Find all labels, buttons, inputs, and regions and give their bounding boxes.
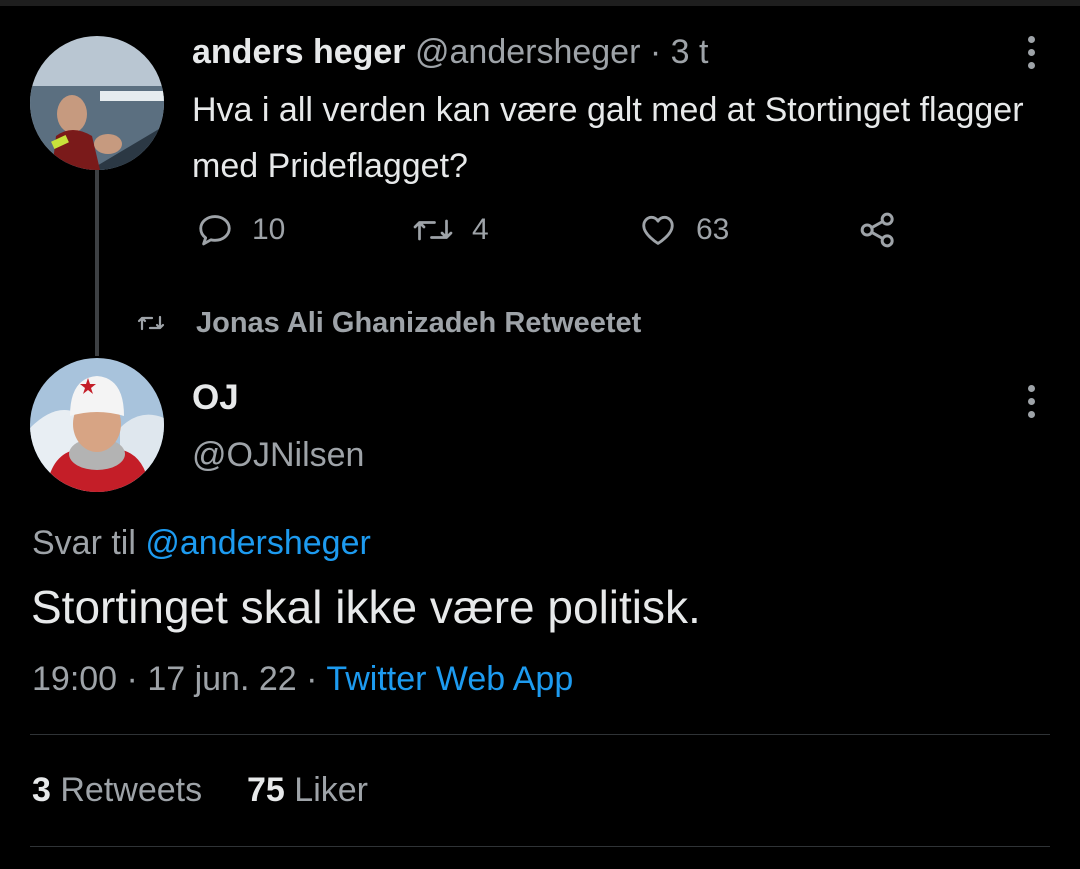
reply-icon <box>199 215 231 246</box>
replying-to-label: Svar til <box>32 524 136 562</box>
likes-stat[interactable]: 75 Liker <box>247 771 368 809</box>
avatar-photo <box>30 358 164 492</box>
like-count: 63 <box>696 213 730 246</box>
replying-to-link[interactable]: @andersheger <box>145 524 370 562</box>
tweet2-text: Stortinget skal ikke være politisk. <box>31 581 701 633</box>
divider <box>30 846 1050 847</box>
retweeted-by-label: Jonas Ali Ghanizadeh Retweetet <box>196 306 642 339</box>
reply-button[interactable]: 10 <box>196 208 285 252</box>
retweet-button[interactable]: 4 <box>412 208 489 252</box>
separator: · <box>306 660 318 698</box>
retweet-count: 4 <box>472 213 489 246</box>
tweet-stats: 3 Retweets 75 Liker <box>32 771 368 810</box>
top-border <box>0 0 1080 6</box>
author-name[interactable]: OJ <box>192 378 239 418</box>
avatar-photo <box>30 36 164 170</box>
likes-count: 75 <box>247 771 285 809</box>
retweeted-by[interactable]: Jonas Ali Ghanizadeh Retweetet <box>136 301 641 345</box>
tweet1-text: Hva i all verden kan være galt med at St… <box>192 91 1024 185</box>
tweet1-header: anders heger @andersheger · 3 t <box>192 30 708 74</box>
reply-count: 10 <box>252 213 286 246</box>
retweet-icon <box>413 219 453 241</box>
retweets-stat[interactable]: 3 Retweets <box>32 771 212 809</box>
avatar-anders-heger[interactable] <box>30 36 164 170</box>
author-handle[interactable]: @andersheger <box>415 33 640 71</box>
tweet-time[interactable]: 19:00 <box>32 660 117 698</box>
replying-to: Svar til @andersheger <box>32 524 371 563</box>
tweet-source[interactable]: Twitter Web App <box>326 660 573 698</box>
retweets-count: 3 <box>32 771 51 809</box>
share-button[interactable] <box>858 208 916 252</box>
more-icon[interactable] <box>1024 36 1038 75</box>
likes-label: Liker <box>294 771 368 809</box>
like-button[interactable]: 63 <box>638 208 729 252</box>
tweet-meta: 19:00 · 17 jun. 22 · Twitter Web App <box>32 660 573 699</box>
tweet-date[interactable]: 17 jun. 22 <box>147 660 296 698</box>
separator: · <box>126 660 138 698</box>
tweet-time[interactable]: 3 t <box>671 33 709 71</box>
author-name[interactable]: anders heger <box>192 33 406 71</box>
more-icon[interactable] <box>1024 385 1038 424</box>
separator: · <box>649 33 662 71</box>
avatar-oj[interactable] <box>30 358 164 492</box>
share-icon <box>860 212 894 248</box>
retweeted-icon <box>137 315 165 331</box>
thread-line <box>95 170 99 356</box>
retweets-label: Retweets <box>60 771 203 809</box>
like-icon <box>642 215 674 245</box>
divider <box>30 734 1050 735</box>
author-handle[interactable]: @OJNilsen <box>192 436 364 475</box>
